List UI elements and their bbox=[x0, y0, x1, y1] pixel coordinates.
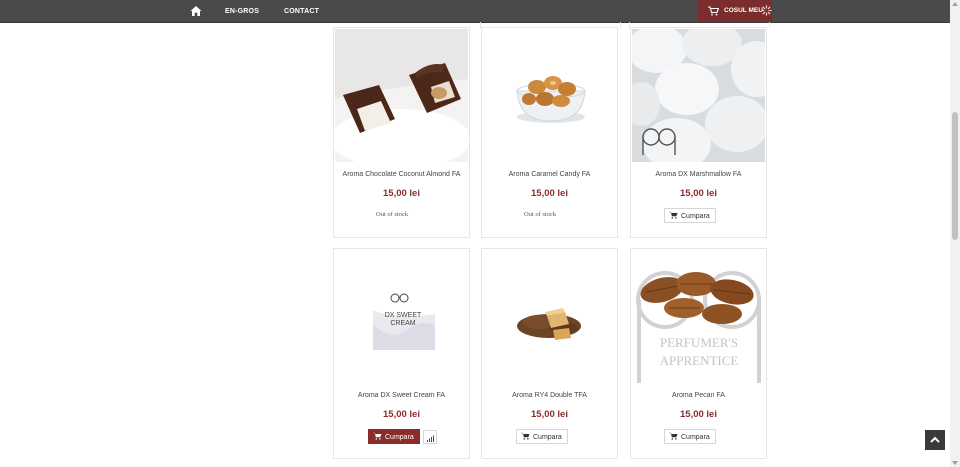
product-image[interactable] bbox=[632, 29, 765, 162]
product-price: 15,00 lei bbox=[383, 188, 420, 199]
stock-status: Out of stock bbox=[524, 211, 557, 218]
nav-link-en-gros[interactable]: EN-GROS bbox=[225, 0, 259, 22]
product-card: Aroma Caramel Candy FA 15,00 lei Out of … bbox=[481, 27, 618, 238]
buy-button-label: Cumpara bbox=[681, 213, 710, 220]
scroll-down-arrow[interactable] bbox=[952, 461, 958, 465]
image-text-line: PERFUMER'S bbox=[660, 335, 738, 350]
cart-icon bbox=[708, 6, 719, 16]
cart-label: COSUL MEU bbox=[724, 7, 763, 14]
signal-bars-icon bbox=[427, 435, 434, 442]
buy-button[interactable]: Cumpara bbox=[664, 208, 716, 223]
scroll-thumb[interactable] bbox=[952, 112, 958, 240]
product-price: 15,00 lei bbox=[531, 409, 568, 420]
stock-status: Out of stock bbox=[376, 211, 409, 218]
product-price: 15,00 lei bbox=[531, 188, 568, 199]
cart-icon bbox=[669, 211, 678, 219]
top-nav-bar: EN-GROS CONTACT COSUL MEU bbox=[0, 0, 950, 23]
product-price: 15,00 lei bbox=[383, 409, 420, 420]
chevron-up-icon bbox=[930, 436, 940, 443]
product-card: Aroma RY4 Double TFA 15,00 lei Cumpara bbox=[481, 248, 618, 459]
product-name[interactable]: Aroma Pecan FA bbox=[631, 392, 766, 399]
cart-button[interactable]: COSUL MEU bbox=[698, 0, 772, 22]
product-card: DX SWEET CREAM Aroma DX Sweet Cream FA 1… bbox=[333, 248, 470, 459]
image-text-line: APPRENTICE bbox=[660, 353, 739, 368]
product-price: 15,00 lei bbox=[680, 188, 717, 199]
product-card: PERFUMER'S APPRENTICE Aroma Pecan FA 15,… bbox=[630, 248, 767, 459]
buy-button-label: Cumpara bbox=[681, 434, 710, 441]
cart-icon bbox=[521, 432, 530, 440]
product-name[interactable]: Aroma Caramel Candy FA bbox=[482, 171, 617, 178]
product-name[interactable]: Aroma DX Sweet Cream FA bbox=[334, 392, 469, 399]
product-name[interactable]: Aroma DX Marshmallow FA bbox=[631, 171, 766, 178]
nav-link-contact[interactable]: CONTACT bbox=[284, 0, 319, 22]
buy-button-label: Cumpara bbox=[533, 434, 562, 441]
image-text-line: CREAM bbox=[390, 320, 415, 327]
buy-button[interactable]: Cumpara bbox=[516, 429, 568, 444]
spinner-icon bbox=[761, 5, 772, 16]
home-icon[interactable] bbox=[190, 5, 202, 17]
product-card: Aroma DX Marshmallow FA 15,00 lei Cumpar… bbox=[630, 27, 767, 238]
product-name[interactable]: Aroma Chocolate Coconut Almond FA bbox=[334, 171, 469, 178]
cart-icon bbox=[669, 432, 678, 440]
product-image[interactable] bbox=[483, 250, 616, 383]
buy-button[interactable]: Cumpara bbox=[368, 429, 420, 444]
product-image[interactable] bbox=[335, 29, 468, 162]
product-image[interactable]: PERFUMER'S APPRENTICE bbox=[632, 250, 765, 383]
cart-icon bbox=[373, 432, 382, 440]
product-image[interactable] bbox=[483, 29, 616, 162]
product-price: 15,00 lei bbox=[680, 409, 717, 420]
scroll-to-top-button[interactable] bbox=[925, 430, 945, 450]
product-name[interactable]: Aroma RY4 Double TFA bbox=[482, 392, 617, 399]
product-image[interactable]: DX SWEET CREAM bbox=[335, 250, 468, 383]
product-card: Aroma Chocolate Coconut Almond FA 15,00 … bbox=[333, 27, 470, 238]
scroll-up-arrow[interactable] bbox=[952, 2, 958, 6]
buy-button-label: Cumpara bbox=[385, 434, 414, 441]
compare-button[interactable] bbox=[423, 430, 437, 444]
scrollbar[interactable] bbox=[950, 0, 960, 467]
buy-button[interactable]: Cumpara bbox=[664, 429, 716, 444]
image-text-line: DX SWEET bbox=[385, 312, 422, 319]
